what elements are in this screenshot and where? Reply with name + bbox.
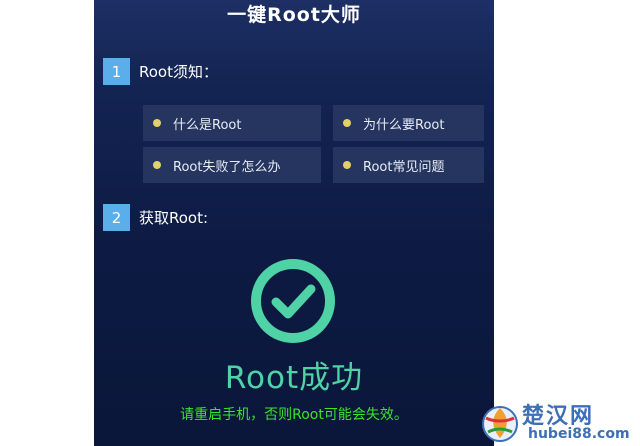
faq-why-root-button[interactable]: 为什么要Root xyxy=(333,105,484,141)
section-label: 获取Root: xyxy=(139,209,209,227)
restart-notice: 请重启手机，否则Root可能会失效。 xyxy=(180,407,408,423)
section-get-root: 2 获取Root: xyxy=(103,204,208,231)
section-label: Root须知： xyxy=(139,63,218,81)
site-watermark: 楚汉网 hubei88.com xyxy=(478,398,640,446)
faq-label: Root失败了怎么办 xyxy=(173,159,281,175)
faq-label: 什么是Root xyxy=(173,117,242,133)
faq-what-is-root-button[interactable]: 什么是Root xyxy=(143,105,321,141)
watermark-site-url: hubei88.com xyxy=(528,426,630,442)
screenshot-stage: 一键Root大师 1 Root须知： 什么是Root 为什么要Root Root… xyxy=(0,0,640,446)
section-number-badge: 1 xyxy=(103,58,130,85)
check-circle-icon xyxy=(250,258,336,344)
app-screen: 一键Root大师 1 Root须知： 什么是Root 为什么要Root Root… xyxy=(94,0,494,446)
app-title: 一键Root大师 xyxy=(227,4,361,26)
faq-root-failed-button[interactable]: Root失败了怎么办 xyxy=(143,147,321,183)
bullet-dot-icon xyxy=(153,119,161,127)
faq-label: Root常见问题 xyxy=(363,159,445,175)
section-root-notes: 1 Root须知： xyxy=(103,58,218,85)
bullet-dot-icon xyxy=(153,161,161,169)
bullet-dot-icon xyxy=(343,161,351,169)
bullet-dot-icon xyxy=(343,119,351,127)
root-success-status: Root成功 xyxy=(224,360,364,396)
faq-common-questions-button[interactable]: Root常见问题 xyxy=(333,147,484,183)
faq-label: 为什么要Root xyxy=(363,117,445,133)
watermark-logo-icon xyxy=(478,398,522,446)
section-number-badge: 2 xyxy=(103,204,130,231)
